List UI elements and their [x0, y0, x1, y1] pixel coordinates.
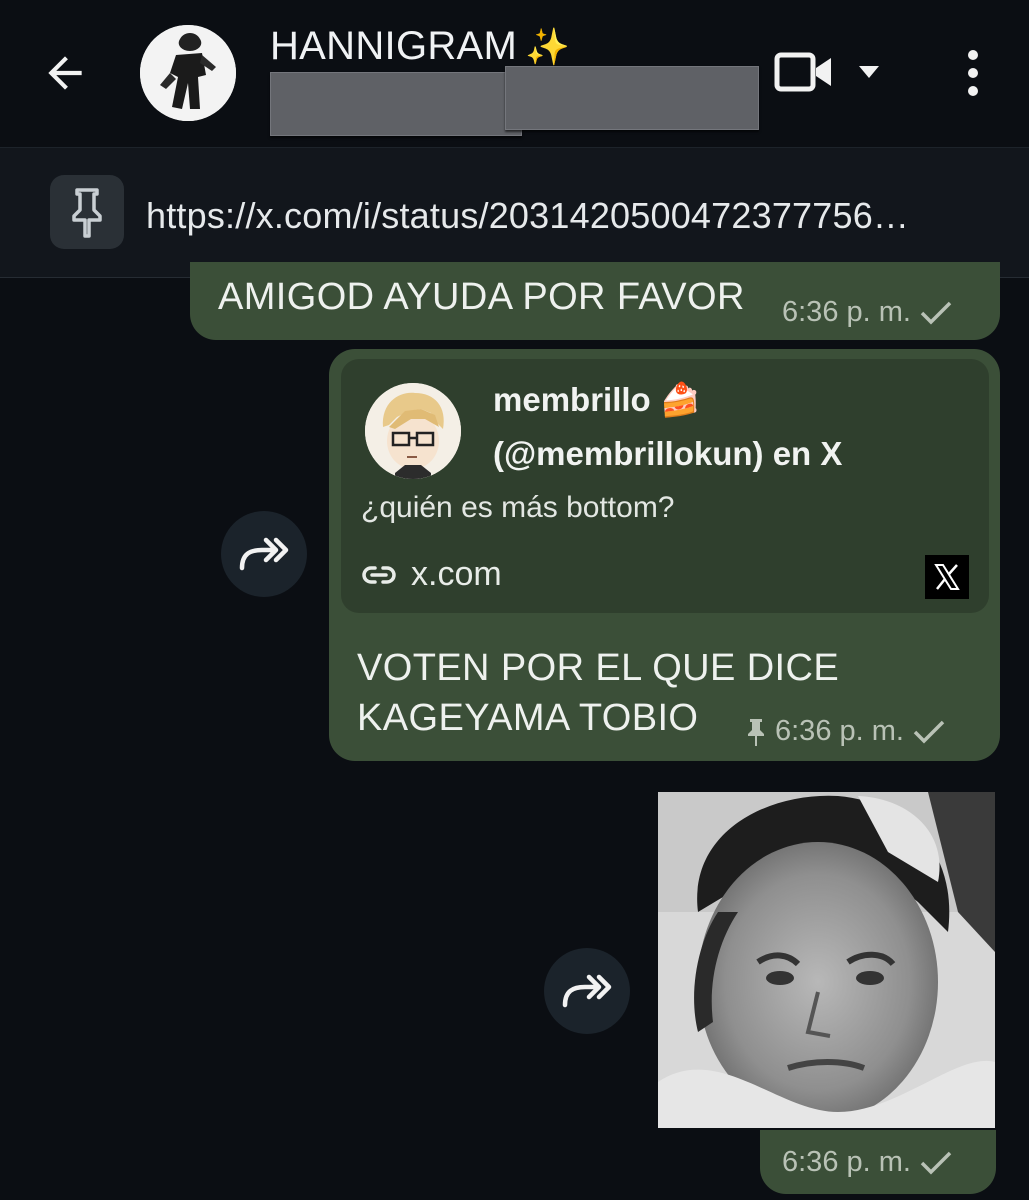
avatar-image	[140, 25, 236, 121]
redacted-block	[505, 66, 759, 130]
pinned-message-bar[interactable]: https://x.com/i/status/20314205004723777…	[0, 147, 1029, 278]
message-meta: 6:36 p. m.	[782, 296, 953, 329]
photo-image	[658, 792, 995, 1128]
forward-icon	[239, 537, 289, 571]
chat-header: HANNIGRAM ✨	[0, 0, 1029, 145]
forward-button[interactable]	[544, 948, 630, 1034]
x-logo-icon	[925, 555, 969, 599]
preview-handle: (@membrillokun) en X	[493, 435, 843, 472]
avatar-image	[365, 383, 461, 479]
message-bubble[interactable]: AMIGOD AYUDA POR FAVOR 6:36 p. m.	[190, 262, 1000, 340]
pin-icon-container	[50, 175, 124, 249]
message-text: AMIGOD AYUDA POR FAVOR	[218, 276, 745, 318]
forward-button[interactable]	[221, 511, 307, 597]
image-message[interactable]	[658, 792, 995, 1128]
preview-domain: x.com	[411, 555, 502, 593]
message-time: 6:36 p. m.	[775, 715, 904, 747]
more-vert-icon[interactable]	[962, 48, 984, 98]
preview-avatar	[365, 383, 461, 479]
sparkles-icon: ✨	[525, 26, 571, 67]
preview-description: ¿quién es más bottom?	[361, 491, 675, 524]
back-button[interactable]	[36, 44, 94, 102]
message-text-line: VOTEN POR EL QUE DICE	[357, 647, 840, 689]
message-bubble[interactable]: 6:36 p. m.	[760, 1130, 996, 1194]
message-meta: 6:36 p. m.	[745, 715, 946, 748]
link-preview[interactable]: membrillo 🍰 (@membrillokun) en X ¿quién …	[341, 359, 989, 613]
check-icon	[913, 720, 945, 743]
chat-title-text: HANNIGRAM	[270, 24, 518, 68]
preview-link[interactable]: x.com	[361, 555, 502, 594]
group-avatar[interactable]	[140, 25, 236, 121]
video-call-icon[interactable]	[774, 50, 834, 94]
pin-icon	[72, 188, 102, 238]
link-icon	[362, 565, 396, 584]
pinned-url: https://x.com/i/status/20314205004723777…	[146, 195, 910, 236]
forward-icon	[562, 974, 612, 1008]
pin-icon	[748, 718, 764, 746]
message-time: 6:36 p. m.	[782, 296, 911, 328]
check-icon	[920, 301, 952, 324]
check-icon	[920, 1151, 952, 1174]
preview-name: membrillo 🍰	[493, 381, 701, 418]
message-time: 6:36 p. m.	[782, 1146, 911, 1178]
chevron-down-icon[interactable]	[858, 64, 880, 80]
arrow-left-icon	[48, 56, 82, 90]
redacted-block	[270, 72, 522, 136]
message-bubble[interactable]: membrillo 🍰 (@membrillokun) en X ¿quién …	[329, 349, 1000, 761]
chat-title[interactable]: HANNIGRAM ✨	[270, 24, 570, 69]
message-meta: 6:36 p. m.	[782, 1146, 953, 1179]
